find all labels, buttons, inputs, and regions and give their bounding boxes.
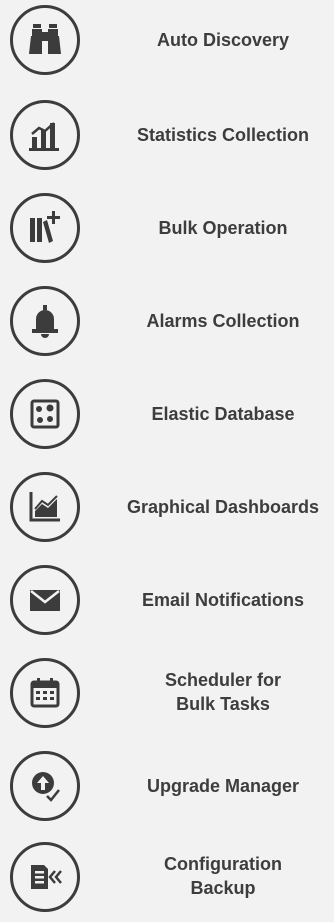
binoculars-icon: [10, 5, 80, 75]
calendar-icon: [10, 658, 80, 728]
feature-upgrade-manager: Upgrade Manager: [0, 751, 334, 831]
feature-label-elastic-database: Elastic Database: [151, 404, 295, 424]
feature-list: Auto Discovery Statistics Collection Bul: [0, 0, 334, 912]
feature-label-email-notifications: Email Notifications: [141, 590, 305, 610]
feature-label-line: Backup: [190, 878, 256, 898]
feature-bulk-operation: Bulk Operation: [0, 193, 334, 273]
area-chart-icon: [10, 472, 80, 542]
feature-configuration-backup: Configuration Backup: [0, 842, 334, 922]
backup-file-icon: [10, 842, 80, 912]
bar-chart-icon: [10, 100, 80, 170]
bell-icon: [10, 286, 80, 356]
feature-label-alarms-collection: Alarms Collection: [146, 311, 300, 331]
envelope-icon: [10, 565, 80, 635]
database-dots-icon: [10, 379, 80, 449]
feature-label-upgrade-manager: Upgrade Manager: [146, 776, 300, 796]
feature-elastic-database: Elastic Database: [0, 379, 334, 459]
feature-graphical-dashboards: Graphical Dashboards: [0, 472, 334, 552]
feature-label-configuration-backup: Configuration Backup: [112, 852, 334, 900]
feature-label-graphical-dashboards: Graphical Dashboards: [126, 497, 320, 517]
feature-auto-discovery: Auto Discovery: [0, 5, 334, 85]
feature-label-bulk-operation: Bulk Operation: [158, 218, 288, 238]
feature-label-scheduler-for-bulk-tasks: Scheduler for Bulk Tasks: [112, 668, 334, 716]
upgrade-arrow-check-icon: [10, 751, 80, 821]
feature-alarms-collection: Alarms Collection: [0, 286, 334, 366]
feature-label-line: Scheduler for: [164, 670, 282, 690]
feature-label-line: Bulk Tasks: [176, 694, 270, 714]
feature-label-statistics-collection: Statistics Collection: [136, 125, 310, 145]
feature-label-auto-discovery: Auto Discovery: [156, 30, 290, 50]
feature-label-line: Configuration: [164, 854, 282, 874]
feature-scheduler-for-bulk-tasks: Scheduler for Bulk Tasks: [0, 658, 334, 738]
feature-statistics-collection: Statistics Collection: [0, 100, 334, 180]
books-plus-icon: [10, 193, 80, 263]
feature-email-notifications: Email Notifications: [0, 565, 334, 645]
